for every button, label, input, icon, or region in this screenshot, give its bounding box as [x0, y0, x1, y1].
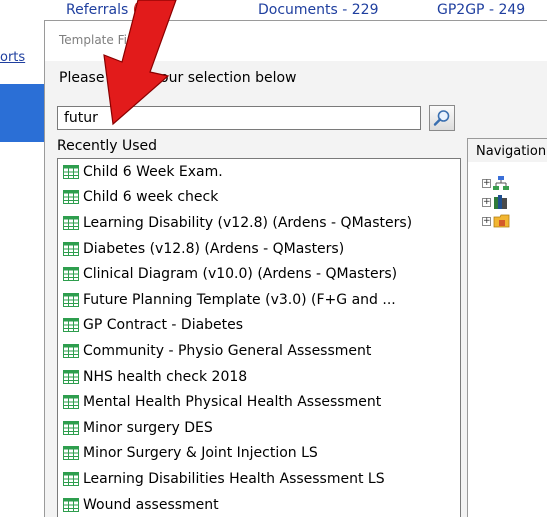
list-item[interactable]: NHS health check 2018: [58, 364, 460, 390]
list-item[interactable]: Child 6 week check: [58, 185, 460, 211]
template-grid-icon: [63, 343, 79, 358]
navigation-tree[interactable]: + + +: [467, 162, 547, 517]
books-icon: [494, 195, 507, 209]
list-item[interactable]: Mental Health Physical Health Assessment: [58, 389, 460, 415]
tab-gp2gp[interactable]: GP2GP - 249: [437, 2, 525, 18]
list-item[interactable]: Learning Disabilities Health Assessment …: [58, 466, 460, 492]
list-item[interactable]: Clinical Diagram (v10.0) (Ardens - QMast…: [58, 261, 460, 287]
tab-documents[interactable]: Documents - 229: [258, 2, 379, 18]
template-grid-icon: [63, 215, 79, 230]
tree-node-organisation[interactable]: +: [482, 175, 509, 191]
tab-referrals-count: (164): [132, 2, 171, 18]
list-item[interactable]: Learning Disability (v12.8) (Ardens - QM…: [58, 210, 460, 236]
tab-referrals[interactable]: Referrals (164): [66, 2, 170, 18]
template-grid-icon: [63, 446, 79, 461]
template-grid-icon: [63, 471, 79, 486]
background-tab-strip: Referrals (164) Documents - 229 GP2GP - …: [0, 0, 547, 20]
template-grid-icon: [63, 190, 79, 205]
list-item-label: Minor Surgery & Joint Injection LS: [83, 445, 318, 462]
expand-icon[interactable]: +: [482, 216, 491, 226]
list-item-label: Learning Disabilities Health Assessment …: [83, 470, 385, 487]
selection-prompt: Please make your selection below: [59, 70, 297, 86]
folder-icon: [493, 214, 510, 228]
template-grid-icon: [63, 395, 79, 410]
template-finder-dialog: Template Finder Please make your selecti…: [44, 20, 547, 517]
list-item-label: Minor surgery DES: [83, 419, 213, 436]
template-grid-icon: [63, 369, 79, 384]
list-item-label: Child 6 week check: [83, 189, 219, 206]
list-item[interactable]: Wound assessment: [58, 492, 460, 517]
reports-link[interactable]: orts: [0, 50, 25, 65]
list-item[interactable]: Future Planning Template (v3.0) (F+G and…: [58, 287, 460, 313]
list-item-label: Community - Physio General Assessment: [83, 342, 372, 359]
search-input[interactable]: [57, 106, 421, 130]
tree-node-folder[interactable]: +: [482, 213, 511, 229]
template-grid-icon: [63, 420, 79, 435]
dialog-titlebar: Template Finder: [45, 21, 547, 61]
list-item[interactable]: Child 6 Week Exam.: [58, 159, 460, 185]
list-item[interactable]: Diabetes (v12.8) (Ardens - QMasters): [58, 236, 460, 262]
template-grid-icon: [63, 164, 79, 179]
expand-icon[interactable]: +: [482, 178, 491, 188]
list-item-label: Future Planning Template (v3.0) (F+G and…: [83, 291, 396, 308]
list-item[interactable]: Minor Surgery & Joint Injection LS: [58, 441, 460, 467]
list-item-label: Mental Health Physical Health Assessment: [83, 394, 382, 411]
recently-used-label: Recently Used: [57, 138, 158, 154]
background-left-panel: orts: [0, 20, 44, 517]
template-grid-icon: [63, 318, 79, 333]
magnifier-icon: [433, 110, 450, 126]
navigation-tab-label[interactable]: Navigation: [467, 138, 547, 162]
template-grid-icon: [63, 292, 79, 307]
list-item[interactable]: GP Contract - Diabetes: [58, 313, 460, 339]
list-item-label: GP Contract - Diabetes: [83, 317, 244, 334]
template-grid-icon: [63, 267, 79, 282]
search-button[interactable]: [429, 105, 455, 131]
list-item[interactable]: Minor surgery DES: [58, 415, 460, 441]
org-chart-icon: [493, 176, 509, 190]
tree-node-books[interactable]: +: [482, 194, 509, 210]
tab-referrals-label: Referrals: [66, 2, 129, 18]
list-item-label: Child 6 Week Exam.: [83, 163, 223, 180]
expand-icon[interactable]: +: [482, 197, 491, 207]
background-blue-bar: [0, 84, 44, 142]
list-item-label: Diabetes (v12.8) (Ardens - QMasters): [83, 240, 345, 257]
list-item-label: Wound assessment: [83, 496, 219, 513]
list-item-label: Learning Disability (v12.8) (Ardens - QM…: [83, 214, 413, 231]
list-item-label: NHS health check 2018: [83, 368, 248, 385]
template-grid-icon: [63, 497, 79, 512]
list-item[interactable]: Community - Physio General Assessment: [58, 338, 460, 364]
template-grid-icon: [63, 241, 79, 256]
list-item-label: Clinical Diagram (v10.0) (Ardens - QMast…: [83, 266, 398, 283]
dialog-title: Template Finder: [59, 33, 155, 47]
recently-used-list[interactable]: Child 6 Week Exam. Child 6 week check Lear…: [57, 158, 461, 517]
